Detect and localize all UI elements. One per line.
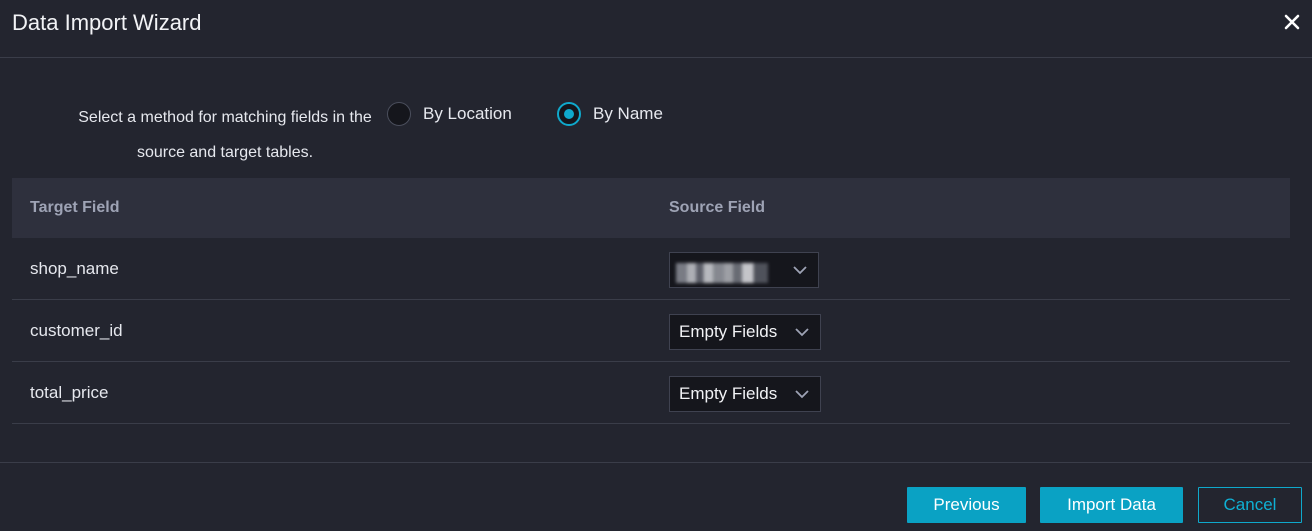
source-field-select[interactable]: Empty Fields bbox=[669, 376, 821, 412]
dialog-title: Data Import Wizard bbox=[12, 10, 202, 35]
match-method-label-line2: source and target tables. bbox=[136, 144, 314, 161]
column-header-source-field: Source Field bbox=[669, 199, 766, 216]
import-wizard-dialog: Data Import Wizard Select a method for m… bbox=[0, 0, 1312, 531]
target-field-name: customer_id bbox=[30, 321, 123, 340]
match-method-label-line1: Select a method for matching fields in t… bbox=[78, 109, 372, 126]
field-mapping-table: Target Field Source Field shop_name cust… bbox=[12, 178, 1290, 424]
target-field-name: total_price bbox=[30, 383, 109, 402]
source-field-select[interactable]: Empty Fields bbox=[669, 314, 821, 350]
source-field-select[interactable] bbox=[669, 252, 819, 288]
radio-by-location[interactable]: By Location bbox=[387, 102, 512, 126]
radio-by-location-label: By Location bbox=[423, 104, 512, 123]
footer-divider bbox=[0, 462, 1312, 463]
radio-checked-icon[interactable] bbox=[557, 102, 581, 126]
match-method-label: Select a method for matching fields in t… bbox=[60, 100, 390, 170]
dialog-header: Data Import Wizard bbox=[0, 0, 1312, 58]
radio-unchecked-icon[interactable] bbox=[387, 102, 411, 126]
chevron-down-icon bbox=[794, 388, 810, 400]
table-row: total_price Empty Fields bbox=[12, 362, 1290, 424]
close-icon[interactable] bbox=[1282, 12, 1302, 32]
previous-button[interactable]: Previous bbox=[907, 487, 1026, 523]
radio-by-name[interactable]: By Name bbox=[557, 102, 663, 126]
table-row: customer_id Empty Fields bbox=[12, 300, 1290, 362]
source-field-value: Empty Fields bbox=[679, 322, 778, 341]
table-row: shop_name bbox=[12, 238, 1290, 300]
cancel-button[interactable]: Cancel bbox=[1198, 487, 1302, 523]
import-data-button[interactable]: Import Data bbox=[1040, 487, 1183, 523]
column-header-target-field: Target Field bbox=[30, 199, 120, 216]
radio-by-name-label: By Name bbox=[593, 104, 663, 123]
redacted-value bbox=[676, 263, 768, 283]
table-header: Target Field Source Field bbox=[12, 178, 1290, 238]
source-field-value: Empty Fields bbox=[679, 384, 778, 403]
chevron-down-icon bbox=[794, 326, 810, 338]
chevron-down-icon bbox=[792, 264, 808, 276]
target-field-name: shop_name bbox=[30, 259, 119, 278]
